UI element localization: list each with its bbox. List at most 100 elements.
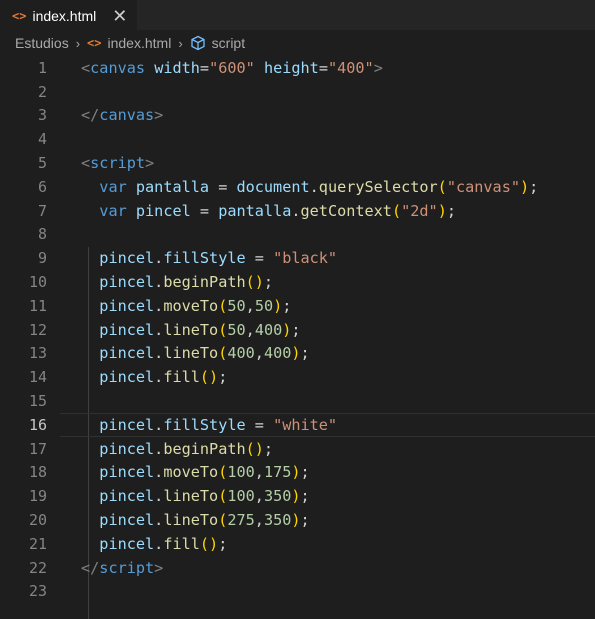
code-text: pincel.fill(); (81, 535, 227, 553)
code-text: pincel.moveTo(100,175); (81, 463, 310, 482)
code-line[interactable]: 16 pincel.fillStyle = "white" (0, 412, 595, 437)
code-token: , (245, 320, 255, 339)
code-text: pincel.lineTo(100,350); (81, 487, 309, 506)
code-token: beginPath (163, 273, 246, 292)
code-token: = (245, 249, 274, 268)
line-number: 3 (37, 106, 47, 125)
code-token: ( (218, 296, 228, 315)
code-line[interactable]: 17 pincel.beginPath(); (0, 437, 595, 461)
code-line[interactable]: 22 </script> (0, 556, 595, 580)
code-token: = (209, 177, 237, 196)
code-token: ( (218, 511, 228, 530)
code-token: canvas (99, 106, 155, 125)
code-token: ) (519, 177, 530, 196)
code-token: 350 (263, 487, 292, 506)
line-number: 22 (28, 558, 47, 577)
code-token: beginPath (163, 439, 246, 458)
code-text: pincel.fillStyle = "black" (81, 249, 337, 267)
code-text: var pincel = pantalla.getContext("2d"); (81, 202, 456, 220)
code-line[interactable]: 2 (0, 80, 595, 104)
code-line[interactable]: 11 pincel.moveTo(50,50); (0, 294, 595, 318)
code-token: pincel (135, 201, 191, 220)
code-line[interactable]: 23 (0, 580, 595, 604)
code-line[interactable]: 8 (0, 223, 595, 247)
code-token: document (236, 177, 310, 196)
code-line[interactable]: 9 pincel.fillStyle = "black" (0, 246, 595, 270)
code-token: canvas (90, 58, 146, 77)
code-token: ; (300, 463, 310, 482)
code-line[interactable]: 13 pincel.lineTo(400,400); (0, 342, 595, 366)
line-number: 7 (37, 201, 47, 220)
code-token: = (199, 58, 210, 77)
tab-bar: <> index.html ✕ (0, 0, 595, 30)
code-token: () (199, 534, 219, 553)
chevron-right-icon: › (178, 35, 183, 51)
code-token: 100 (227, 463, 255, 482)
breadcrumb-symbol[interactable]: script (190, 35, 245, 51)
line-number: 12 (28, 320, 47, 339)
code-line[interactable]: 21 pincel.fill(); (0, 532, 595, 556)
code-text: </script> (81, 559, 163, 577)
code-token: 50 (227, 296, 246, 315)
code-line[interactable]: 12 pincel.lineTo(50,400); (0, 318, 595, 342)
code-line[interactable]: 3 </canvas> (0, 104, 595, 128)
code-text: pincel.moveTo(50,50); (81, 297, 291, 315)
code-token: script (99, 558, 155, 577)
code-line[interactable]: 4 (0, 127, 595, 151)
code-token: . (154, 273, 164, 292)
code-line[interactable]: 10 pincel.beginPath(); (0, 270, 595, 294)
code-token: . (154, 344, 164, 363)
cube-icon (190, 35, 206, 51)
breadcrumb-file[interactable]: <> index.html (87, 35, 171, 51)
line-number: 8 (37, 225, 47, 244)
code-editor[interactable]: 1 <canvas width="600" height="400"> 2 3 </ca… (0, 56, 595, 619)
code-token: ( (391, 201, 402, 220)
code-text: pincel.lineTo(275,350); (81, 511, 309, 530)
code-line[interactable]: 6 var pantalla = document.querySelector(… (0, 175, 595, 199)
code-line[interactable]: 7 var pincel = pantalla.getContext("2d")… (0, 199, 595, 223)
code-token: ) (273, 296, 283, 315)
code-token: ; (218, 534, 228, 553)
code-text: pincel.fill(); (81, 368, 227, 386)
code-token: moveTo (163, 463, 219, 482)
code-token: ( (218, 487, 228, 506)
code-token: . (154, 296, 164, 315)
line-number: 21 (28, 534, 47, 553)
code-token: pincel (99, 344, 155, 363)
line-number: 17 (28, 439, 47, 458)
breadcrumb-symbol-label: script (211, 35, 246, 51)
code-token: height (263, 58, 319, 77)
code-line[interactable]: 14 pincel.fill(); (0, 365, 595, 389)
code-token: . (154, 368, 164, 387)
code-token: () (245, 273, 264, 292)
close-icon[interactable]: ✕ (112, 7, 127, 25)
code-line[interactable]: 15 (0, 389, 595, 413)
code-token: lineTo (163, 511, 219, 530)
code-token: pantalla (135, 177, 210, 196)
code-token: var (99, 177, 127, 196)
line-number: 5 (37, 154, 47, 173)
code-token: "black" (273, 249, 338, 268)
code-line[interactable]: 19 pincel.lineTo(100,350); (0, 484, 595, 508)
code-line[interactable]: 20 pincel.lineTo(275,350); (0, 508, 595, 532)
code-line[interactable]: 18 pincel.moveTo(100,175); (0, 461, 595, 485)
code-token: script (90, 154, 146, 173)
code-token: 50 (254, 296, 274, 315)
code-token: . (154, 487, 164, 506)
code-token: pincel (99, 368, 155, 387)
line-number: 1 (37, 58, 47, 77)
code-token: ( (218, 320, 228, 339)
code-text: </canvas> (81, 106, 163, 124)
breadcrumb-folder[interactable]: Estudios (15, 35, 69, 51)
code-token: 275 (227, 511, 255, 530)
code-token: . (154, 439, 164, 458)
code-token: . (154, 463, 164, 482)
code-line[interactable]: 1 <canvas width="600" height="400"> (0, 56, 595, 80)
code-text: <script> (81, 154, 154, 172)
tab-index-html[interactable]: <> index.html ✕ (0, 0, 138, 30)
code-line[interactable]: 5 <script> (0, 151, 595, 175)
